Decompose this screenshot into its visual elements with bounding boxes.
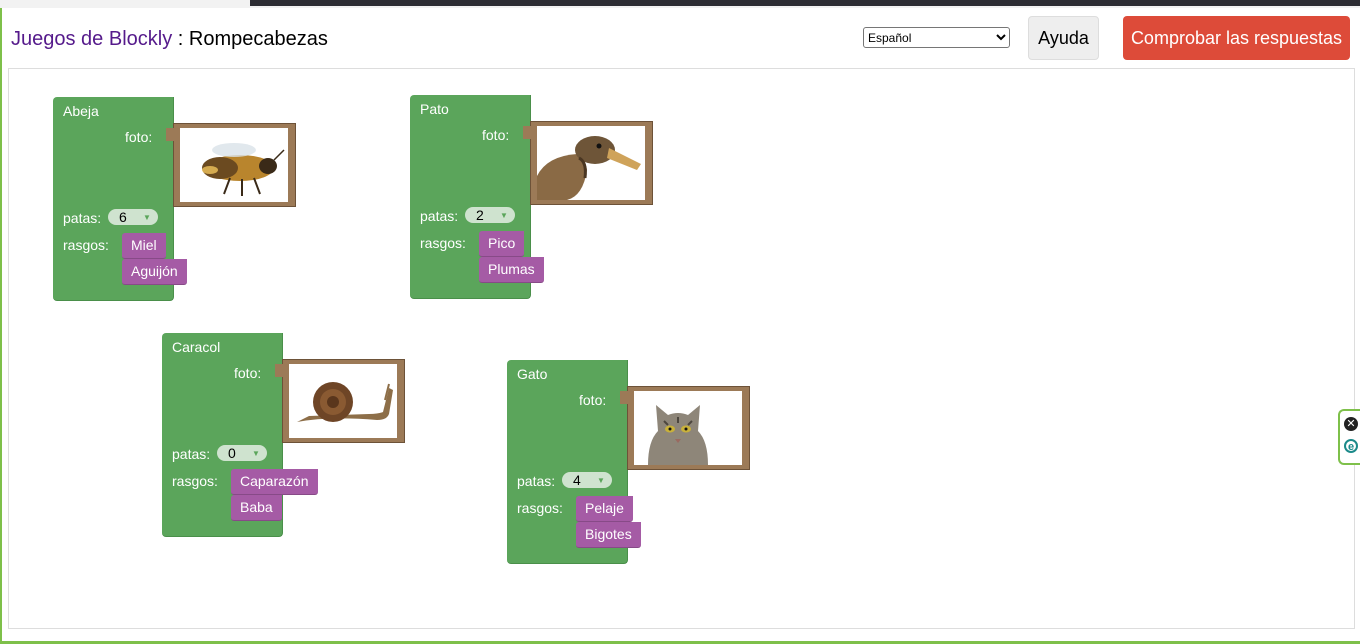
left-rule <box>0 8 2 644</box>
traits-list: Pelaje Bigotes <box>576 496 641 548</box>
photo-block-tab <box>166 128 174 141</box>
legs-value: 2 <box>476 207 484 223</box>
trait-block[interactable]: Baba <box>231 495 282 521</box>
dropdown-arrow-icon: ▼ <box>597 475 605 485</box>
legs-dropdown[interactable]: 6 ▼ <box>108 209 158 225</box>
page-name: Rompecabezas <box>188 28 328 50</box>
traits-list: Pico Plumas <box>479 231 544 283</box>
extension-e-icon[interactable]: e <box>1344 439 1358 453</box>
traits-label: rasgos: <box>63 237 109 253</box>
cat-photo-icon <box>634 391 742 465</box>
animal-name: Caracol <box>172 339 221 355</box>
trait-block[interactable]: Caparazón <box>231 469 318 495</box>
photo-block[interactable] <box>166 123 296 207</box>
title-separator: : <box>172 28 189 50</box>
app-name-link[interactable]: Juegos de Blockly <box>11 28 172 50</box>
legs-dropdown[interactable]: 2 ▼ <box>465 207 515 223</box>
trait-block[interactable]: Pico <box>479 231 525 257</box>
trait-block[interactable]: Plumas <box>479 257 544 283</box>
dropdown-arrow-icon: ▼ <box>143 212 151 222</box>
photo-block[interactable] <box>275 359 405 443</box>
legs-label: patas: <box>517 473 556 489</box>
photo-block-tab <box>620 391 628 404</box>
dropdown-arrow-icon: ▼ <box>252 448 260 458</box>
legs-value: 6 <box>119 209 127 225</box>
top-strip-bar <box>250 0 1360 6</box>
photo-block[interactable] <box>523 121 653 205</box>
traits-label: rasgos: <box>172 473 218 489</box>
photo-label: foto: <box>482 127 510 143</box>
photo-block[interactable] <box>620 386 750 470</box>
close-icon[interactable]: ✕ <box>1344 417 1358 431</box>
photo-block-tab <box>275 364 283 377</box>
legs-dropdown[interactable]: 4 ▼ <box>562 472 612 488</box>
traits-list: Caparazón Baba <box>231 469 318 521</box>
photo-label: foto: <box>579 392 607 408</box>
language-select[interactable]: Español <box>863 27 1010 48</box>
dropdown-arrow-icon: ▼ <box>500 210 508 220</box>
animal-name: Pato <box>420 101 449 117</box>
top-strip <box>0 0 1360 8</box>
traits-label: rasgos: <box>517 500 563 516</box>
legs-value: 4 <box>573 472 581 488</box>
legs-dropdown[interactable]: 0 ▼ <box>217 445 267 461</box>
legs-value: 0 <box>228 445 236 461</box>
help-button[interactable]: Ayuda <box>1028 16 1099 60</box>
trait-block[interactable]: Pelaje <box>576 496 633 522</box>
photo-block-tab <box>523 126 531 139</box>
photo-label: foto: <box>234 365 262 381</box>
trait-block[interactable]: Aguijón <box>122 259 187 285</box>
legs-label: patas: <box>172 446 211 462</box>
trait-block[interactable]: Bigotes <box>576 522 641 548</box>
photo-label: foto: <box>125 129 153 145</box>
bee-photo-icon <box>180 128 288 202</box>
animal-name: Gato <box>517 366 548 382</box>
check-answers-button[interactable]: Comprobar las respuestas <box>1123 16 1350 60</box>
legs-label: patas: <box>63 210 102 226</box>
trait-block[interactable]: Miel <box>122 233 166 259</box>
page-title: Juegos de Blockly : Rompecabezas <box>11 28 328 51</box>
snail-photo-icon <box>289 364 397 438</box>
side-extension-widget[interactable]: ✕ e <box>1338 409 1360 465</box>
traits-label: rasgos: <box>420 235 466 251</box>
legs-label: patas: <box>420 208 459 224</box>
duck-photo-icon <box>537 126 645 200</box>
animal-name: Abeja <box>63 103 99 119</box>
traits-list: Miel Aguijón <box>122 233 187 285</box>
